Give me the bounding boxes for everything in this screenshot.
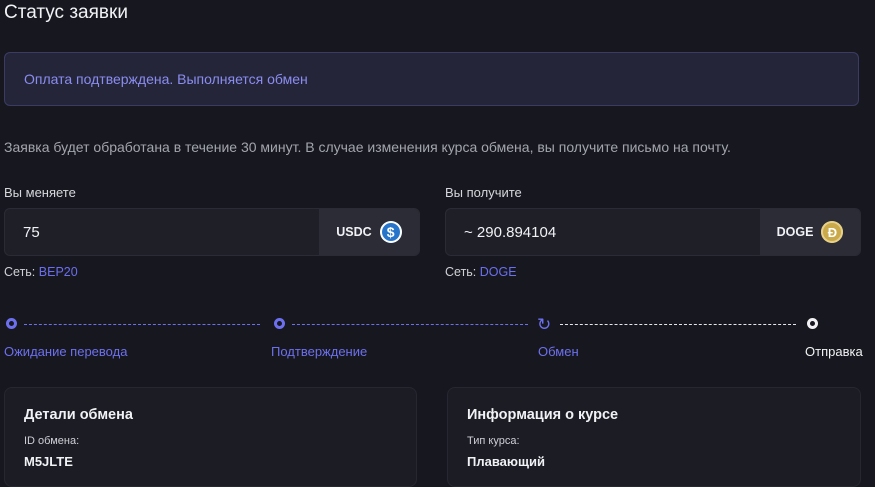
send-amount-value[interactable]: 75 <box>5 209 319 255</box>
receive-network-link[interactable]: DOGE <box>480 265 517 279</box>
rate-info-card: Информация о курсе Тип курса: Плавающий <box>447 387 861 487</box>
step-3-refresh-icon: ↻ <box>537 315 552 334</box>
receive-amount-field[interactable]: ~ 290.894104 DOGE Ð <box>445 208 861 256</box>
rate-type-label: Тип курса: <box>467 435 520 447</box>
page-title: Статус заявки <box>4 2 128 23</box>
rate-type-value: Плавающий <box>467 454 545 469</box>
step-1-connector <box>24 324 260 325</box>
doge-coin-icon: Ð <box>821 221 844 243</box>
step-4-label: Отправка <box>805 344 863 359</box>
exchange-details-title: Детали обмена <box>24 407 133 423</box>
rate-info-title: Информация о курсе <box>467 407 619 423</box>
step-2-circle-icon <box>274 318 285 329</box>
send-currency-selector[interactable]: USDC $ <box>319 209 419 255</box>
status-alert: Оплата подтверждена. Выполняется обмен <box>4 52 859 106</box>
send-label: Вы меняете <box>4 185 76 200</box>
send-currency-code: USDC <box>336 225 372 239</box>
step-2-connector <box>292 324 528 325</box>
step-1-circle-icon <box>6 318 17 329</box>
exchange-details-card: Детали обмена ID обмена: M5JLTE <box>4 387 417 487</box>
receive-currency-code: DOGE <box>776 225 814 239</box>
step-3-label: Обмен <box>538 344 579 359</box>
processing-note: Заявка будет обработана в течение 30 мин… <box>4 139 731 155</box>
receive-network-label: Сеть: <box>445 265 477 279</box>
step-4-circle-icon <box>807 318 818 329</box>
receive-currency-selector[interactable]: DOGE Ð <box>760 209 860 255</box>
status-alert-text: Оплата подтверждена. Выполняется обмен <box>24 71 308 87</box>
send-network: Сеть: BEP20 <box>4 265 78 279</box>
receive-network: Сеть: DOGE <box>445 265 517 279</box>
step-2-label: Подтверждение <box>271 344 368 359</box>
progress-stepper: ↻ Ожидание перевода Подтверждение Обмен … <box>0 310 875 360</box>
exchange-id-value: M5JLTE <box>24 454 73 469</box>
step-3-connector <box>560 324 796 325</box>
step-1-label: Ожидание перевода <box>4 344 128 359</box>
send-network-label: Сеть: <box>4 265 36 279</box>
usdc-coin-icon: $ <box>379 221 402 243</box>
receive-amount-value: ~ 290.894104 <box>464 223 557 241</box>
receive-label: Вы получите <box>445 185 522 200</box>
send-amount-field[interactable]: 75 USDC $ <box>4 208 420 256</box>
send-network-link[interactable]: BEP20 <box>39 265 78 279</box>
exchange-id-label: ID обмена: <box>24 435 80 447</box>
